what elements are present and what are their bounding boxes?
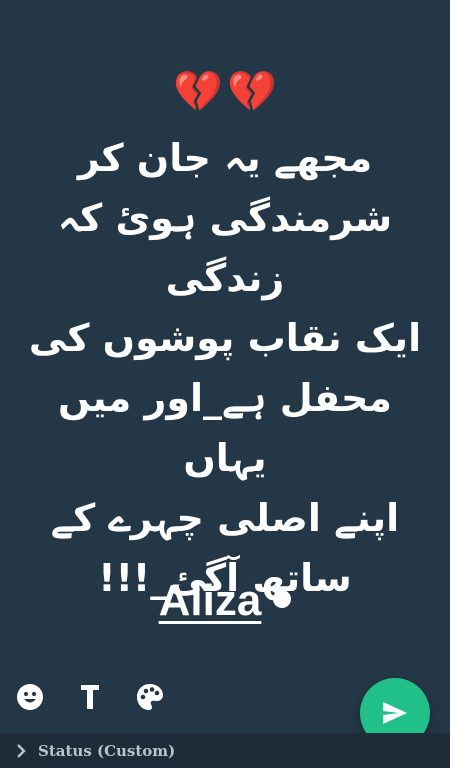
chevron-right-icon	[16, 743, 30, 758]
bullet-dot	[273, 590, 292, 609]
smiley-icon	[17, 684, 43, 710]
status-canvas[interactable]: 💔 💔 مجھے یہ جان کر شرمندگی ہوئ کہ زندگی ا…	[0, 0, 450, 733]
broken-heart-icon: 💔	[227, 69, 277, 115]
palette-icon	[137, 684, 163, 710]
status-audience-bar[interactable]: Status (Custom)	[0, 733, 450, 768]
signature-name: Aliza	[158, 576, 262, 625]
broken-heart-emojis: 💔 💔	[0, 66, 450, 118]
emoji-button[interactable]	[13, 680, 47, 714]
broken-heart-icon: 💔	[173, 69, 223, 115]
status-privacy-label: Status (Custom)	[38, 741, 176, 760]
color-button[interactable]	[133, 680, 167, 714]
signature: Aliza	[0, 572, 450, 630]
text-T-icon	[81, 685, 99, 709]
send-arrow-icon	[383, 702, 407, 724]
text-style-button[interactable]	[73, 680, 107, 714]
status-text[interactable]: مجھے یہ جان کر شرمندگی ہوئ کہ زندگی ایک …	[18, 128, 432, 608]
